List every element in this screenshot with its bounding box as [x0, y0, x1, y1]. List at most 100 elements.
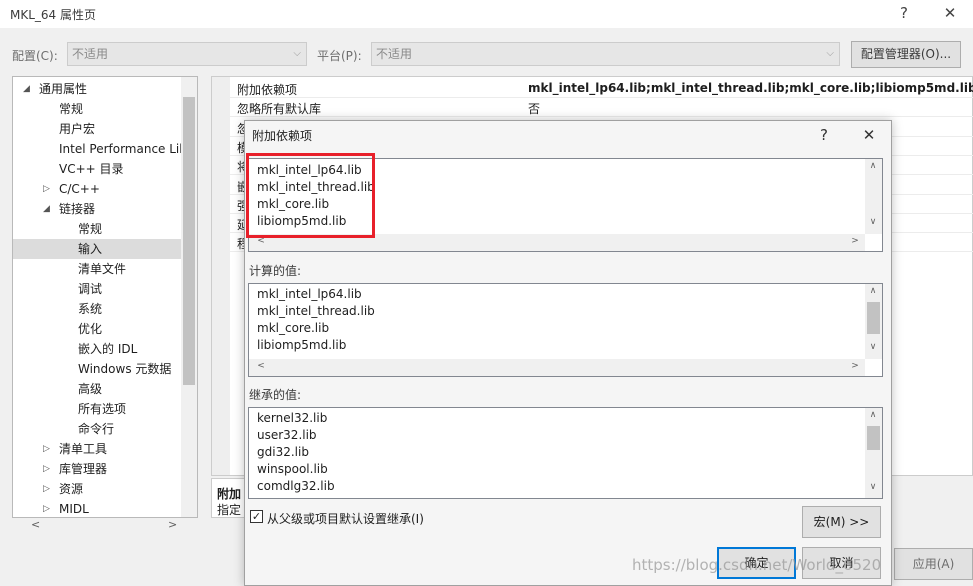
tree-item-label: 命令行	[78, 422, 115, 436]
chevron-down-icon: ⌵	[293, 48, 301, 59]
tree-item[interactable]: ▷ C/C++	[13, 179, 181, 199]
tree-scroll-thumb[interactable]	[183, 97, 195, 385]
property-row[interactable]: 附加依赖项 mkl_intel_lp64.lib;mkl_intel_thread…	[230, 79, 973, 98]
inherit-checkbox[interactable]: ✓	[250, 510, 263, 523]
platform-select[interactable]: 不适用 ⌵	[371, 42, 840, 66]
tree-item[interactable]: 常规	[13, 219, 181, 239]
scroll-down-icon[interactable]: ∨	[865, 482, 881, 492]
tree-item[interactable]: ◢ 链接器	[13, 199, 181, 219]
inherited-line: winspool.lib	[257, 462, 328, 476]
tree-item[interactable]: 嵌入的 IDL	[13, 339, 181, 359]
computed-line: mkl_intel_lp64.lib	[257, 287, 362, 301]
property-grid-rail	[212, 77, 230, 475]
scroll-left-icon[interactable]: <	[253, 361, 269, 371]
tree-item-label: Windows 元数据	[78, 362, 172, 376]
expand-arrow-icon[interactable]: ▷	[43, 439, 50, 459]
tree-item[interactable]: 系统	[13, 299, 181, 319]
tree-item[interactable]: 调试	[13, 279, 181, 299]
property-tree[interactable]: ◢ 通用属性 常规 用户宏 Intel Performance Lib VC++ 目录 ▷ C…	[12, 76, 198, 518]
tree-item-label: 资源	[59, 482, 84, 496]
tree-item[interactable]: 高级	[13, 379, 181, 399]
scroll-up-icon[interactable]: ∧	[865, 161, 881, 171]
tree-item[interactable]: 清单文件	[13, 259, 181, 279]
expand-arrow-icon[interactable]: ▷	[43, 479, 50, 499]
tree-item[interactable]: Intel Performance Lib	[13, 139, 187, 159]
expand-arrow-icon[interactable]: ▷	[43, 459, 50, 479]
tree-item-label: 调试	[78, 282, 103, 296]
computed-values-box[interactable]: mkl_intel_lp64.lib mkl_intel_thread.lib mk…	[248, 283, 883, 377]
tree-item-label: 优化	[78, 322, 103, 336]
scroll-down-icon[interactable]: ∨	[865, 342, 881, 352]
tree-item-label: 常规	[59, 102, 84, 116]
scroll-right-icon[interactable]: >	[847, 236, 863, 246]
collapse-arrow-icon[interactable]: ◢	[23, 79, 30, 99]
tree-horizontal-scrollbar[interactable]: < >	[13, 518, 197, 534]
config-select[interactable]: 不适用 ⌵	[67, 42, 307, 66]
chevron-down-icon: ⌵	[826, 48, 834, 59]
tree-item[interactable]: ▷ 库管理器	[13, 459, 181, 479]
tree-item[interactable]: Windows 元数据	[13, 359, 181, 379]
property-description-title: 附加	[217, 487, 242, 501]
tree-item-label: 链接器	[59, 202, 96, 216]
inherited-vertical-scrollbar[interactable]: ∧ ∨	[865, 408, 882, 498]
close-button[interactable]: ✕	[935, 2, 965, 24]
inherit-checkbox-label[interactable]: 从父级或项目默认设置继承(I)	[267, 510, 424, 527]
tree-item[interactable]: ▷ 资源	[13, 479, 181, 499]
scroll-left-icon[interactable]: <	[31, 518, 40, 531]
tree-item[interactable]: 用户宏	[13, 119, 181, 139]
expand-arrow-icon[interactable]: ▷	[43, 499, 50, 517]
tree-item[interactable]: 优化	[13, 319, 181, 339]
tree-item[interactable]: ◢ 通用属性	[13, 79, 181, 99]
computed-values-label: 计算的值:	[249, 264, 302, 278]
tree-item-label: 清单工具	[59, 442, 108, 456]
inherited-line: user32.lib	[257, 428, 317, 442]
collapse-arrow-icon[interactable]: ◢	[43, 199, 50, 219]
tree-item-label: C/C++	[59, 182, 100, 196]
property-row[interactable]: 忽略所有默认库 否	[230, 98, 973, 118]
tree-item[interactable]: 常规	[13, 99, 181, 119]
computed-line: libiomp5md.lib	[257, 338, 347, 352]
tree-item-label: 常规	[78, 222, 103, 236]
tree-item[interactable]: 输入	[13, 239, 181, 259]
scroll-down-icon[interactable]: ∨	[865, 217, 881, 227]
computed-vertical-scrollbar[interactable]: ∧ ∨	[865, 284, 882, 359]
platform-select-value: 不适用	[376, 47, 413, 61]
expand-arrow-icon[interactable]: ▷	[43, 179, 50, 199]
tree-item-label: 清单文件	[78, 262, 127, 276]
config-select-value: 不适用	[72, 47, 109, 61]
macro-button[interactable]: 宏(M) >>	[802, 506, 881, 538]
tree-item-label: 用户宏	[59, 122, 96, 136]
tree-item[interactable]: 所有选项	[13, 399, 181, 419]
window-title: MKL_64 属性页	[10, 8, 96, 22]
scroll-up-icon[interactable]: ∧	[865, 286, 881, 296]
inherited-line: kernel32.lib	[257, 411, 328, 425]
tree-item[interactable]: ▷ MIDL	[13, 499, 181, 517]
tree-item-label: 高级	[78, 382, 103, 396]
dialog-help-button[interactable]: ?	[812, 124, 836, 146]
apply-button[interactable]: 应用(A)	[894, 548, 973, 580]
tree-item-label: Intel Performance Lib	[59, 142, 187, 156]
tree-item-label: 所有选项	[78, 402, 127, 416]
tree-item[interactable]: 命令行	[13, 419, 181, 439]
computed-line: mkl_intel_thread.lib	[257, 304, 375, 318]
inherited-values-box[interactable]: kernel32.lib user32.lib gdi32.lib winspool.…	[248, 407, 883, 499]
title-bar	[0, 0, 973, 28]
computed-scroll-thumb[interactable]	[867, 302, 880, 334]
scroll-right-icon[interactable]: >	[847, 361, 863, 371]
scroll-right-icon[interactable]: >	[168, 518, 177, 531]
scroll-up-icon[interactable]: ∧	[865, 410, 881, 420]
config-manager-button[interactable]: 配置管理器(O)...	[851, 41, 961, 68]
dialog-close-button[interactable]: ✕	[857, 124, 881, 146]
inherited-scroll-thumb[interactable]	[867, 426, 880, 450]
red-highlight-box	[246, 153, 375, 238]
platform-label: 平台(P):	[317, 49, 362, 63]
tree-item[interactable]: VC++ 目录	[13, 159, 181, 179]
edit-vertical-scrollbar[interactable]: ∧ ∨	[865, 159, 882, 234]
watermark: https://blog.csdn.net/World_6520	[632, 556, 882, 574]
tree-item-label: 库管理器	[59, 462, 108, 476]
computed-horizontal-scrollbar[interactable]: < >	[249, 359, 865, 376]
tree-item[interactable]: ▷ 清单工具	[13, 439, 181, 459]
help-button[interactable]: ?	[889, 2, 919, 24]
inherited-values-label: 继承的值:	[249, 388, 302, 402]
tree-item-label: MIDL	[59, 502, 89, 516]
